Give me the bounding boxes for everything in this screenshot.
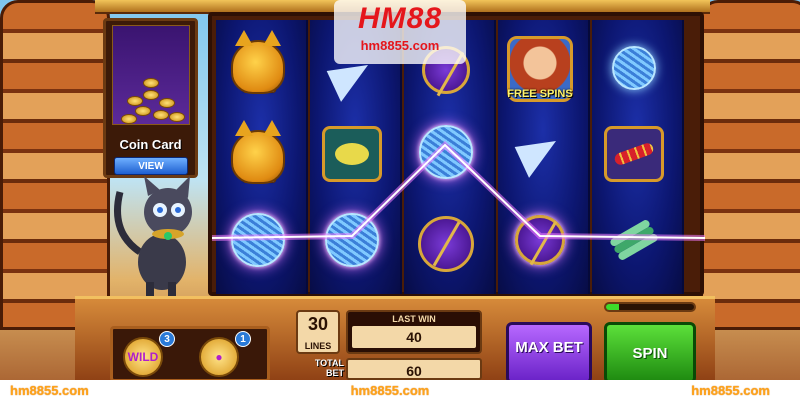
coin-icon: ● — [215, 350, 223, 364]
free-spins-label: FREE SPINS — [507, 88, 573, 100]
total-bet-value[interactable]: 60 — [346, 358, 482, 380]
yarn-ball-icon — [612, 46, 656, 90]
cat-icon — [231, 120, 285, 184]
snake-icon — [604, 126, 664, 182]
symbol-golden-sphere — [406, 204, 486, 284]
symbol-snake-tile — [594, 114, 674, 194]
scarab-icon — [515, 215, 565, 265]
slot-game-screen: WILD WILD FREE SPINS Coin Card VIEW — [0, 0, 800, 400]
spin-progress-fill — [606, 304, 620, 310]
symbol-wild-cat: WILD — [218, 28, 298, 108]
footer-link-center: hm8855.com — [350, 382, 430, 398]
symbol-scarab — [500, 200, 580, 280]
hm88-logo: HM88 hm8855.com — [334, 0, 466, 64]
symbol-wild-cat: WILD — [218, 118, 298, 198]
symbol-mouse-tile — [312, 114, 392, 194]
mouse-icon — [322, 126, 382, 182]
cat-mascot-icon — [114, 176, 192, 300]
symbol-yarn-ball — [312, 200, 392, 280]
last-win-label: LAST WIN — [392, 314, 436, 324]
footer-watermark: hm8855.com hm8855.com hm8855.com — [0, 380, 800, 400]
footer-link-left: hm8855.com — [10, 382, 89, 398]
yarn-ball-icon — [231, 213, 285, 267]
symbol-dragonfly — [594, 200, 674, 280]
golden-sphere-icon — [418, 216, 474, 272]
symbol-free-spins: FREE SPINS — [500, 28, 580, 108]
pillar-left — [0, 0, 110, 330]
last-win-value: 40 — [352, 326, 476, 348]
logo-brand: HM88 — [357, 2, 443, 35]
lines-value: 30 — [307, 314, 329, 334]
coin-card-title: Coin Card — [119, 137, 182, 152]
lines-label: LINES — [304, 341, 332, 351]
spin-button[interactable]: SPIN — [604, 322, 696, 384]
last-win-display: LAST WIN 40 — [346, 310, 482, 354]
yarn-ball-icon — [419, 125, 473, 179]
symbol-paper-plane — [500, 114, 580, 194]
paper-plane-icon — [514, 130, 566, 178]
coin-boost-button[interactable]: ● — [199, 337, 239, 377]
logo-url: hm8855.com — [360, 38, 440, 53]
pillar-right — [700, 0, 800, 330]
max-bet-button[interactable]: MAX BET — [506, 322, 592, 384]
wild-boost-button[interactable]: WILD — [123, 337, 163, 377]
wild-boost-count: 3 — [159, 331, 175, 347]
symbol-yarn-ball — [406, 112, 486, 192]
spin-progress-bar — [604, 302, 696, 312]
symbol-yarn-ball — [594, 28, 674, 108]
coin-pile-icon — [112, 25, 190, 125]
dragonfly-icon — [612, 225, 656, 255]
lines-selector[interactable]: 30 LINES — [296, 310, 340, 354]
yarn-ball-icon — [325, 213, 379, 267]
cat-icon — [231, 30, 285, 94]
coin-card: Coin Card VIEW — [103, 18, 198, 178]
coin-boost-count: 1 — [235, 331, 251, 347]
wild-boost-label: WILD — [127, 350, 159, 364]
boost-panel: WILD 3 ● 1 — [110, 326, 270, 382]
total-bet-label: TOTAL BET — [314, 358, 344, 378]
symbol-yarn-ball — [218, 200, 298, 280]
footer-link-right: hm8855.com — [691, 382, 770, 398]
